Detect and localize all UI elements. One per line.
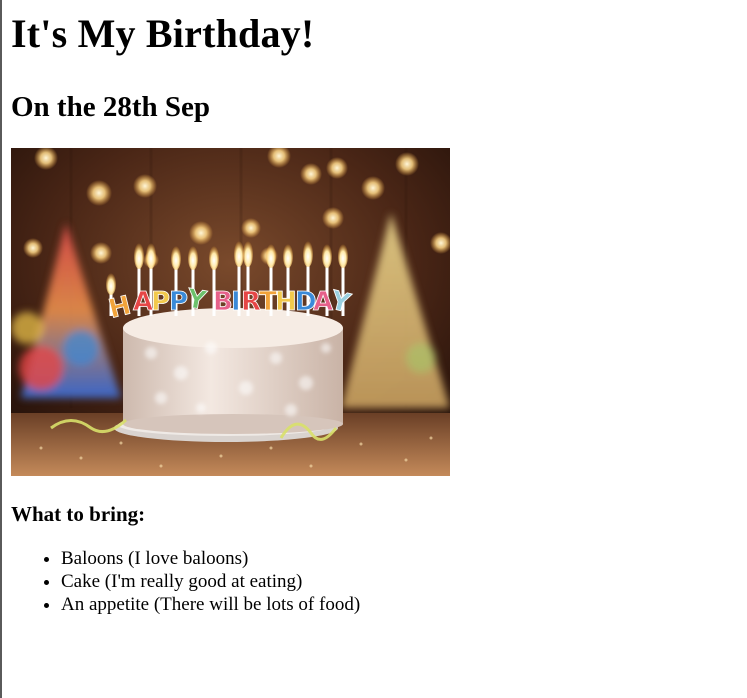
viewport-left-border: [0, 0, 2, 698]
list-item: Cake (I'm really good at eating): [61, 570, 731, 593]
bring-heading: What to bring:: [11, 502, 146, 526]
bring-list: Baloons (I love baloons) Cake (I'm reall…: [11, 547, 731, 616]
birthday-cake-image: H A P P Y B I R T H D A Y: [11, 148, 450, 476]
page-subtitle: On the 28th Sep: [11, 91, 211, 123]
page-content: It's My Birthday! On the 28th Sep H A P …: [11, 0, 731, 616]
svg-text:B: B: [213, 287, 233, 317]
svg-text:H: H: [275, 287, 297, 317]
page-title: It's My Birthday!: [11, 11, 315, 56]
svg-text:P: P: [151, 287, 170, 317]
svg-text:I: I: [231, 287, 241, 317]
list-item: An appetite (There will be lots of food): [61, 593, 731, 616]
list-item: Baloons (I love baloons): [61, 547, 731, 570]
